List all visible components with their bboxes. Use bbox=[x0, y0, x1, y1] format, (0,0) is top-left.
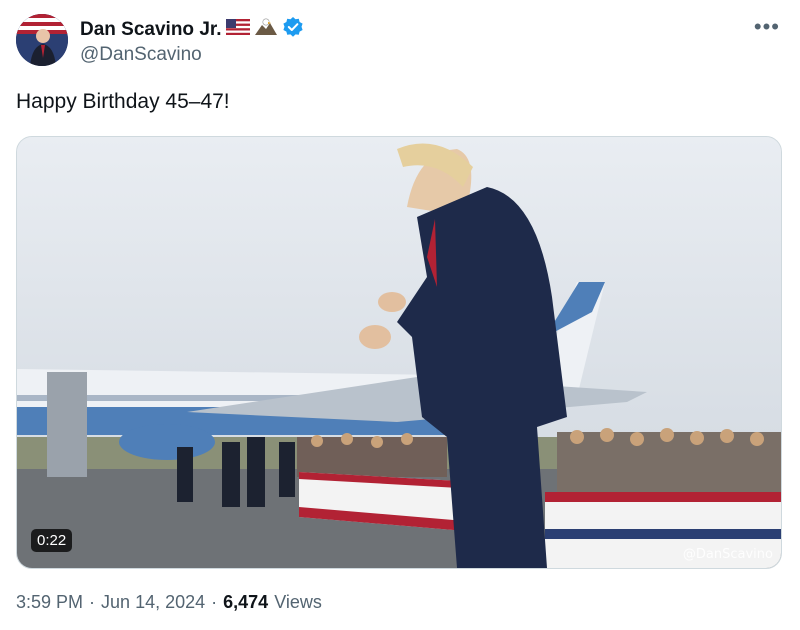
avatar[interactable] bbox=[16, 14, 68, 66]
us-flag-icon bbox=[225, 19, 250, 40]
views-count: 6,474 bbox=[223, 592, 269, 612]
tweet-text: Happy Birthday 45–47! bbox=[16, 90, 230, 113]
author-name-row: Dan Scavino Jr. bbox=[80, 16, 304, 43]
avatar-image bbox=[16, 14, 68, 66]
eagle-icon bbox=[254, 17, 278, 42]
video-player[interactable]: 0:22 @DanScavino bbox=[16, 136, 782, 569]
more-options-icon[interactable]: ••• bbox=[754, 14, 780, 40]
video-frame bbox=[17, 137, 781, 568]
handle[interactable]: @DanScavino bbox=[80, 44, 202, 66]
views-label: Views bbox=[274, 592, 322, 612]
separator-dot: · bbox=[211, 592, 218, 612]
display-name[interactable]: Dan Scavino Jr. bbox=[80, 19, 222, 41]
tweet-date[interactable]: Jun 14, 2024 bbox=[101, 592, 205, 613]
separator-dot: · bbox=[89, 592, 96, 612]
tweet-time[interactable]: 3:59 PM bbox=[16, 592, 83, 613]
tweet-meta: 3:59 PM · Jun 14, 2024 · 6,474 Views bbox=[16, 592, 322, 613]
video-watermark: @DanScavino bbox=[682, 547, 773, 562]
verified-badge-icon bbox=[282, 16, 304, 43]
video-duration-badge: 0:22 bbox=[31, 529, 73, 552]
